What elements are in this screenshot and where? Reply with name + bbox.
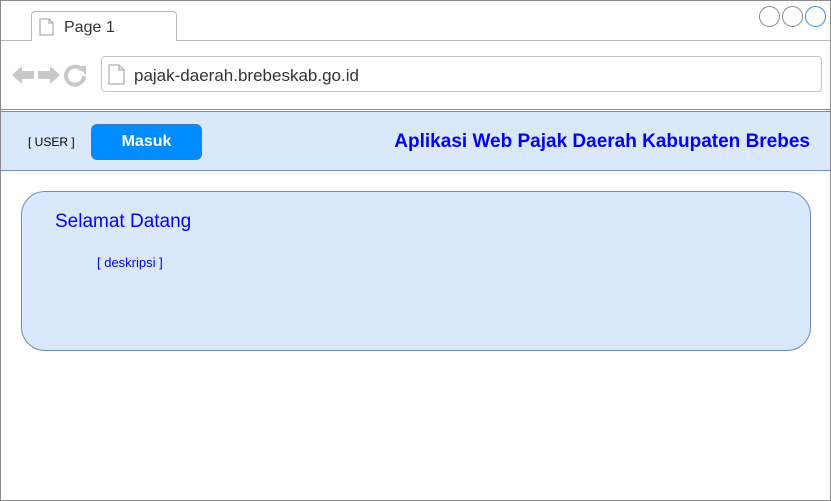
login-button[interactable]: Masuk bbox=[91, 124, 202, 160]
close-button[interactable] bbox=[805, 6, 826, 27]
browser-window: Page 1 pajak-daerah.brebeskab.go.id [US… bbox=[0, 0, 831, 501]
address-bar[interactable]: pajak-daerah.brebeskab.go.id bbox=[101, 56, 822, 92]
app-title: Aplikasi Web Pajak Daerah Kabupaten Breb… bbox=[394, 131, 810, 152]
maximize-button[interactable] bbox=[782, 6, 803, 27]
welcome-heading: Selamat Datang bbox=[55, 211, 192, 232]
tab-label: Page 1 bbox=[64, 19, 115, 36]
back-arrow-icon[interactable] bbox=[11, 63, 35, 87]
page-icon bbox=[39, 18, 54, 36]
reload-icon[interactable] bbox=[63, 63, 87, 87]
user-label: [ USER ] bbox=[28, 135, 75, 149]
nav-buttons bbox=[11, 63, 87, 87]
navigation-bar: pajak-daerah.brebeskab.go.id bbox=[1, 41, 830, 110]
minimize-button[interactable] bbox=[759, 6, 780, 27]
tab-strip: Page 1 bbox=[1, 1, 830, 42]
description-text: [ deskripsi ] bbox=[97, 255, 163, 270]
page-icon bbox=[108, 64, 125, 85]
tab-page-1[interactable]: Page 1 bbox=[31, 11, 177, 42]
welcome-card: Selamat Datang [ deskripsi ] bbox=[21, 191, 811, 351]
app-header: [ USER ] Masuk Aplikasi Web Pajak Daerah… bbox=[1, 111, 830, 171]
url-text: pajak-daerah.brebeskab.go.id bbox=[134, 66, 359, 85]
window-controls bbox=[759, 6, 826, 27]
forward-arrow-icon[interactable] bbox=[37, 63, 61, 87]
